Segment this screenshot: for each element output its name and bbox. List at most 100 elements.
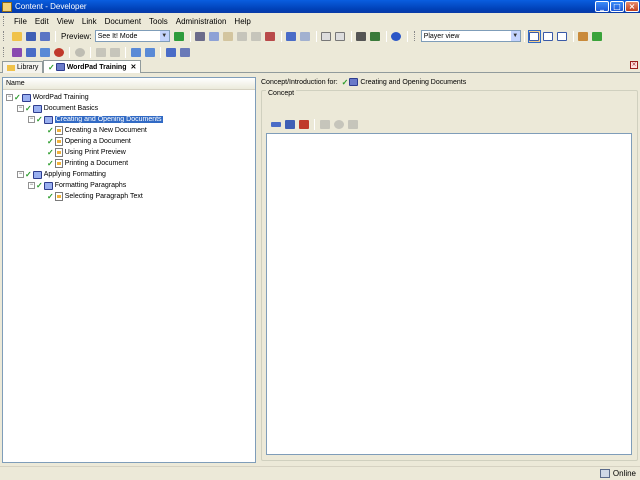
toolbar-separator	[572, 30, 574, 42]
concept-properties-button[interactable]	[332, 118, 345, 131]
player-view-select[interactable]: Player view ▼	[420, 30, 521, 42]
new-topic-button[interactable]	[38, 46, 51, 59]
link-button[interactable]	[178, 46, 191, 59]
spellcheck-button[interactable]	[369, 30, 382, 43]
redo-button[interactable]	[299, 30, 312, 43]
concept-panel: Concept/Introduction for: ✓ Creating and…	[261, 77, 638, 463]
upload-button[interactable]	[164, 46, 177, 59]
menu-file[interactable]: File	[10, 17, 31, 26]
break-link-button[interactable]	[297, 118, 310, 131]
record-button[interactable]	[52, 46, 65, 59]
new-section-button[interactable]	[24, 46, 37, 59]
concept-intro-target: Creating and Opening Documents	[360, 78, 467, 86]
collapse-toggle[interactable]: −	[6, 94, 13, 101]
move-right-button[interactable]	[94, 46, 107, 59]
tree-item-formatting-paragraphs[interactable]: − ✓ Formatting Paragraphs	[28, 180, 126, 191]
concept-content-area[interactable]	[266, 133, 632, 455]
preview-mode-select[interactable]: See It! Mode ▼	[94, 30, 170, 42]
go-button[interactable]	[173, 30, 186, 43]
save-button[interactable]	[24, 30, 37, 43]
tree-item-using-print-preview[interactable]: ✓ Using Print Preview	[47, 147, 126, 158]
tree-column-header[interactable]: Name	[3, 78, 255, 90]
layout-2-button[interactable]	[542, 30, 555, 43]
tree-item-document-basics[interactable]: − ✓ Document Basics	[17, 103, 98, 114]
collapse-toggle[interactable]: −	[17, 105, 24, 112]
new-module-button[interactable]	[10, 46, 23, 59]
publish-button[interactable]	[577, 30, 590, 43]
collapse-toggle[interactable]: −	[17, 171, 24, 178]
help-button[interactable]	[390, 30, 403, 43]
toolbar-grip[interactable]	[3, 31, 6, 41]
book-icon	[43, 181, 53, 190]
undo-icon	[286, 31, 297, 41]
tree-item-printing-document[interactable]: ✓ Printing a Document	[47, 158, 128, 169]
tree-item-opening-document[interactable]: ✓ Opening a Document	[47, 136, 131, 147]
tree-item-label-selected: Creating and Opening Documents	[54, 116, 163, 123]
undo-button[interactable]	[285, 30, 298, 43]
menu-link[interactable]: Link	[78, 17, 101, 26]
properties-button[interactable]	[250, 30, 263, 43]
collapse-toggle[interactable]: −	[28, 182, 35, 189]
arrow-down-icon	[109, 47, 120, 57]
menu-bar: File Edit View Link Document Tools Admin…	[0, 14, 640, 28]
tree-item-label: Formatting Paragraphs	[54, 182, 127, 189]
go-icon	[174, 31, 185, 41]
collapse-button[interactable]	[334, 30, 347, 43]
book-icon	[55, 63, 65, 71]
create-package-button[interactable]	[283, 118, 296, 131]
tree-item-selecting-paragraph-text[interactable]: ✓ Selecting Paragraph Text	[47, 191, 143, 202]
refresh-button[interactable]	[591, 30, 604, 43]
options-button[interactable]	[73, 46, 86, 59]
save-all-button[interactable]	[38, 30, 51, 43]
collapse-toggle[interactable]: −	[28, 116, 35, 123]
topic-icon	[39, 47, 50, 57]
demote-button[interactable]	[143, 46, 156, 59]
layout-1-button[interactable]	[527, 29, 541, 43]
promote-icon	[130, 47, 141, 57]
find-icon	[265, 31, 276, 41]
menu-tools[interactable]: Tools	[145, 17, 172, 26]
toolbar-grip[interactable]	[3, 47, 6, 57]
maximize-button[interactable]: □	[610, 1, 624, 12]
cut-button[interactable]	[194, 30, 207, 43]
menu-document[interactable]: Document	[101, 17, 145, 26]
tree-item-applying-formatting[interactable]: − ✓ Applying Formatting	[17, 169, 106, 180]
minimize-button[interactable]: _	[595, 1, 609, 12]
preview-concept-button[interactable]	[346, 118, 359, 131]
link-icon	[179, 47, 190, 57]
paste-button[interactable]	[222, 30, 235, 43]
delete-button[interactable]	[236, 30, 249, 43]
tree-item-label: Creating a New Document	[64, 127, 147, 134]
menubar-grip[interactable]	[3, 16, 6, 26]
menu-view[interactable]: View	[53, 17, 78, 26]
tree-item-creating-new-document[interactable]: ✓ Creating a New Document	[47, 125, 147, 136]
tree-item-creating-and-opening[interactable]: − ✓ Creating and Opening Documents	[28, 114, 163, 125]
find-button[interactable]	[264, 30, 277, 43]
layout-icon	[543, 31, 554, 41]
layout-3-button[interactable]	[556, 30, 569, 43]
copy-button[interactable]	[208, 30, 221, 43]
binoculars-button[interactable]	[355, 30, 368, 43]
menu-edit[interactable]: Edit	[31, 17, 53, 26]
link-concept-button[interactable]	[269, 118, 282, 131]
expand-button[interactable]	[320, 30, 333, 43]
promote-button[interactable]	[129, 46, 142, 59]
cut-icon	[195, 31, 206, 41]
close-window-button[interactable]: ×	[625, 1, 639, 12]
check-icon: ✓	[341, 77, 349, 87]
menu-help[interactable]: Help	[230, 17, 254, 26]
toolbar-grip[interactable]	[413, 31, 417, 41]
tree-item-wordpad-training[interactable]: − ✓ WordPad Training	[6, 92, 89, 103]
tree-item-label: Document Basics	[43, 105, 99, 112]
edit-concept-button[interactable]	[318, 118, 331, 131]
tab-wordpad-training[interactable]: ✓ WordPad Training ✕	[43, 60, 142, 73]
concept-toolbar	[269, 118, 360, 130]
preview-mode-value: See It! Mode	[97, 32, 138, 40]
folder-icon	[7, 64, 15, 71]
move-down-button[interactable]	[108, 46, 121, 59]
menu-administration[interactable]: Administration	[172, 17, 231, 26]
tab-library[interactable]: Library	[2, 61, 44, 73]
close-panel-button[interactable]: ×	[630, 61, 638, 69]
open-button[interactable]	[10, 30, 23, 43]
close-tab-icon[interactable]: ✕	[130, 63, 136, 71]
